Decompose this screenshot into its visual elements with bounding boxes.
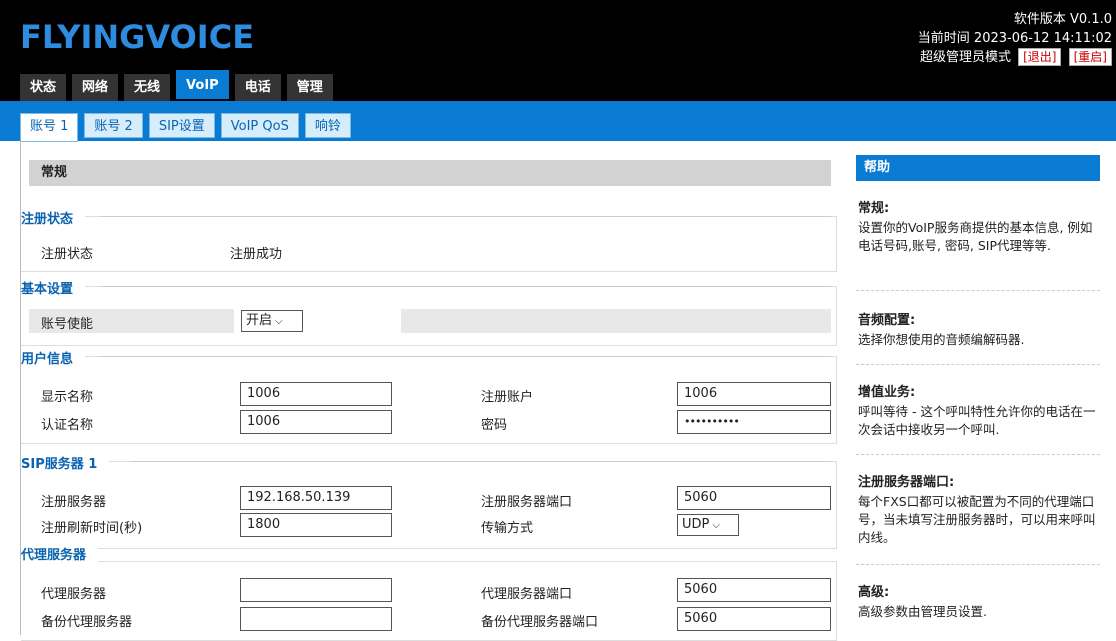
- help-section-value-added: 增值业务: 呼叫等待 - 这个呼叫特性允许你的电话在一次会话中接收另一个呼叫.: [856, 365, 1100, 455]
- reg-status-group-title: 注册状态: [21, 208, 86, 227]
- help-section-general: 常规: 设置你的VoIP服务商提供的基本信息, 例如电话号码,账号, 密码, S…: [856, 181, 1100, 291]
- display-name-input[interactable]: 1006: [240, 382, 392, 406]
- account-enable-label: 账号使能: [41, 317, 94, 332]
- account-enable-value: 开启: [246, 313, 273, 328]
- reg-server-input[interactable]: 192.168.50.139: [240, 486, 392, 510]
- proxy-server-input[interactable]: [240, 578, 392, 602]
- main-tabs: 状态 网络 无线 VoIP 电话 管理: [20, 70, 339, 101]
- subtab-voip-qos[interactable]: VoIP QoS: [220, 113, 299, 138]
- divider: [131, 461, 831, 462]
- subtab-ring[interactable]: 响铃: [304, 113, 351, 138]
- reg-status-box: [21, 216, 837, 272]
- account-enable-select[interactable]: 开启 ⌵: [241, 310, 303, 332]
- help-section-text: 选择你想使用的音频编解码器.: [858, 332, 1025, 347]
- help-section-title: 注册服务器端口:: [858, 475, 955, 490]
- header-info: 软件版本 V0.1.0 当前时间 2023-06-12 14:11:02 超级管…: [918, 10, 1112, 67]
- backup-proxy-port-input[interactable]: 5060: [677, 607, 831, 631]
- auth-name-input[interactable]: 1006: [240, 410, 392, 434]
- sip-server-group-title: SIP服务器 1: [21, 453, 110, 472]
- reg-status-value: 注册成功: [230, 247, 283, 262]
- reg-account-input[interactable]: 1006: [677, 382, 831, 406]
- user-info-group-title: 用户信息: [21, 348, 86, 367]
- password-input[interactable]: ••••••••••: [677, 410, 831, 434]
- auth-name-label: 认证名称: [41, 418, 94, 433]
- header-bar: FLYINGVOICE 软件版本 V0.1.0 当前时间 2023-06-12 …: [0, 0, 1116, 101]
- logout-button[interactable]: [退出]: [1018, 48, 1062, 66]
- tab-phone[interactable]: 电话: [234, 74, 281, 101]
- admin-mode-label: 超级管理员模式: [919, 50, 1011, 65]
- user-mode-row: 超级管理员模式 [退出] [重启]: [918, 48, 1112, 67]
- settings-content: 常规 注册状态 注册状态 注册成功 基本设置 账号使能 开启 ⌵ 用户信息 显示名…: [20, 141, 837, 641]
- divider: [101, 216, 831, 217]
- help-section-title: 增值业务:: [858, 385, 916, 400]
- backup-proxy-label: 备份代理服务器: [41, 615, 133, 630]
- tab-wireless[interactable]: 无线: [124, 74, 171, 101]
- subtab-account-1[interactable]: 账号 1: [20, 113, 79, 142]
- tab-management[interactable]: 管理: [286, 74, 333, 101]
- tab-voip[interactable]: VoIP: [176, 70, 229, 99]
- transport-select[interactable]: UDP ⌵: [677, 514, 739, 536]
- help-section-text: 设置你的VoIP服务商提供的基本信息, 例如电话号码,账号, 密码, SIP代理…: [858, 220, 1093, 253]
- help-section-advanced: 高级: 高级参数由管理员设置.: [856, 565, 1100, 635]
- software-version: 软件版本 V0.1.0: [1013, 12, 1112, 27]
- reg-status-label: 注册状态: [41, 247, 94, 262]
- help-section-audio: 音频配置: 选择你想使用的音频编解码器.: [856, 291, 1100, 365]
- help-section-text: 高级参数由管理员设置.: [858, 604, 987, 619]
- tab-status[interactable]: 状态: [20, 74, 67, 101]
- display-name-label: 显示名称: [41, 390, 94, 405]
- reboot-button[interactable]: [重启]: [1068, 48, 1112, 66]
- help-section-text: 每个FXS口都可以被配置为不同的代理端口号，当未填写注册服务器时，可以用来呼叫内…: [858, 494, 1096, 545]
- help-panel: 帮助 常规: 设置你的VoIP服务商提供的基本信息, 例如电话号码,账号, 密码…: [856, 155, 1100, 635]
- reg-server-port-input[interactable]: 5060: [677, 486, 831, 510]
- divider: [101, 356, 831, 357]
- chevron-down-icon: ⌵: [712, 520, 720, 531]
- divider: [101, 286, 831, 287]
- sub-tab-bar: 账号 1 账号 2 SIP设置 VoIP QoS 响铃: [0, 101, 1116, 142]
- reg-account-label: 注册账户: [481, 390, 534, 405]
- empty-cell: [401, 309, 831, 333]
- subtab-sip-settings[interactable]: SIP设置: [148, 113, 215, 138]
- reg-refresh-label: 注册刷新时间(秒): [41, 521, 143, 536]
- reg-server-label: 注册服务器: [41, 495, 107, 510]
- proxy-group-title: 代理服务器: [21, 544, 99, 563]
- help-section-title: 高级:: [858, 585, 890, 600]
- proxy-port-label: 代理服务器端口: [481, 587, 573, 602]
- proxy-port-input[interactable]: 5060: [677, 578, 831, 602]
- help-section-title: 音频配置:: [858, 313, 916, 328]
- current-time: 当前时间 2023-06-12 14:11:02: [917, 31, 1112, 46]
- backup-proxy-port-label: 备份代理服务器端口: [481, 615, 599, 630]
- backup-proxy-input[interactable]: [240, 607, 392, 631]
- transport-label: 传输方式: [481, 521, 534, 536]
- help-section-reg-port: 注册服务器端口: 每个FXS口都可以被配置为不同的代理端口号，当未填写注册服务器…: [856, 455, 1100, 565]
- subtab-account-2[interactable]: 账号 2: [84, 113, 143, 138]
- section-general-title: 常规: [29, 160, 831, 186]
- tab-network[interactable]: 网络: [72, 74, 119, 101]
- reg-refresh-input[interactable]: 1800: [240, 513, 392, 537]
- help-section-text: 呼叫等待 - 这个呼叫特性允许你的电话在一次会话中接收另一个呼叫.: [858, 404, 1096, 437]
- basic-settings-group-title: 基本设置: [21, 278, 86, 297]
- transport-value: UDP: [682, 517, 710, 532]
- reg-server-port-label: 注册服务器端口: [481, 495, 573, 510]
- flyingvoice-logo: FLYINGVOICE: [20, 18, 255, 56]
- password-label: 密码: [481, 418, 508, 433]
- help-section-title: 常规:: [858, 201, 890, 216]
- chevron-down-icon: ⌵: [275, 316, 283, 327]
- proxy-server-label: 代理服务器: [41, 587, 107, 602]
- help-title: 帮助: [856, 155, 1100, 181]
